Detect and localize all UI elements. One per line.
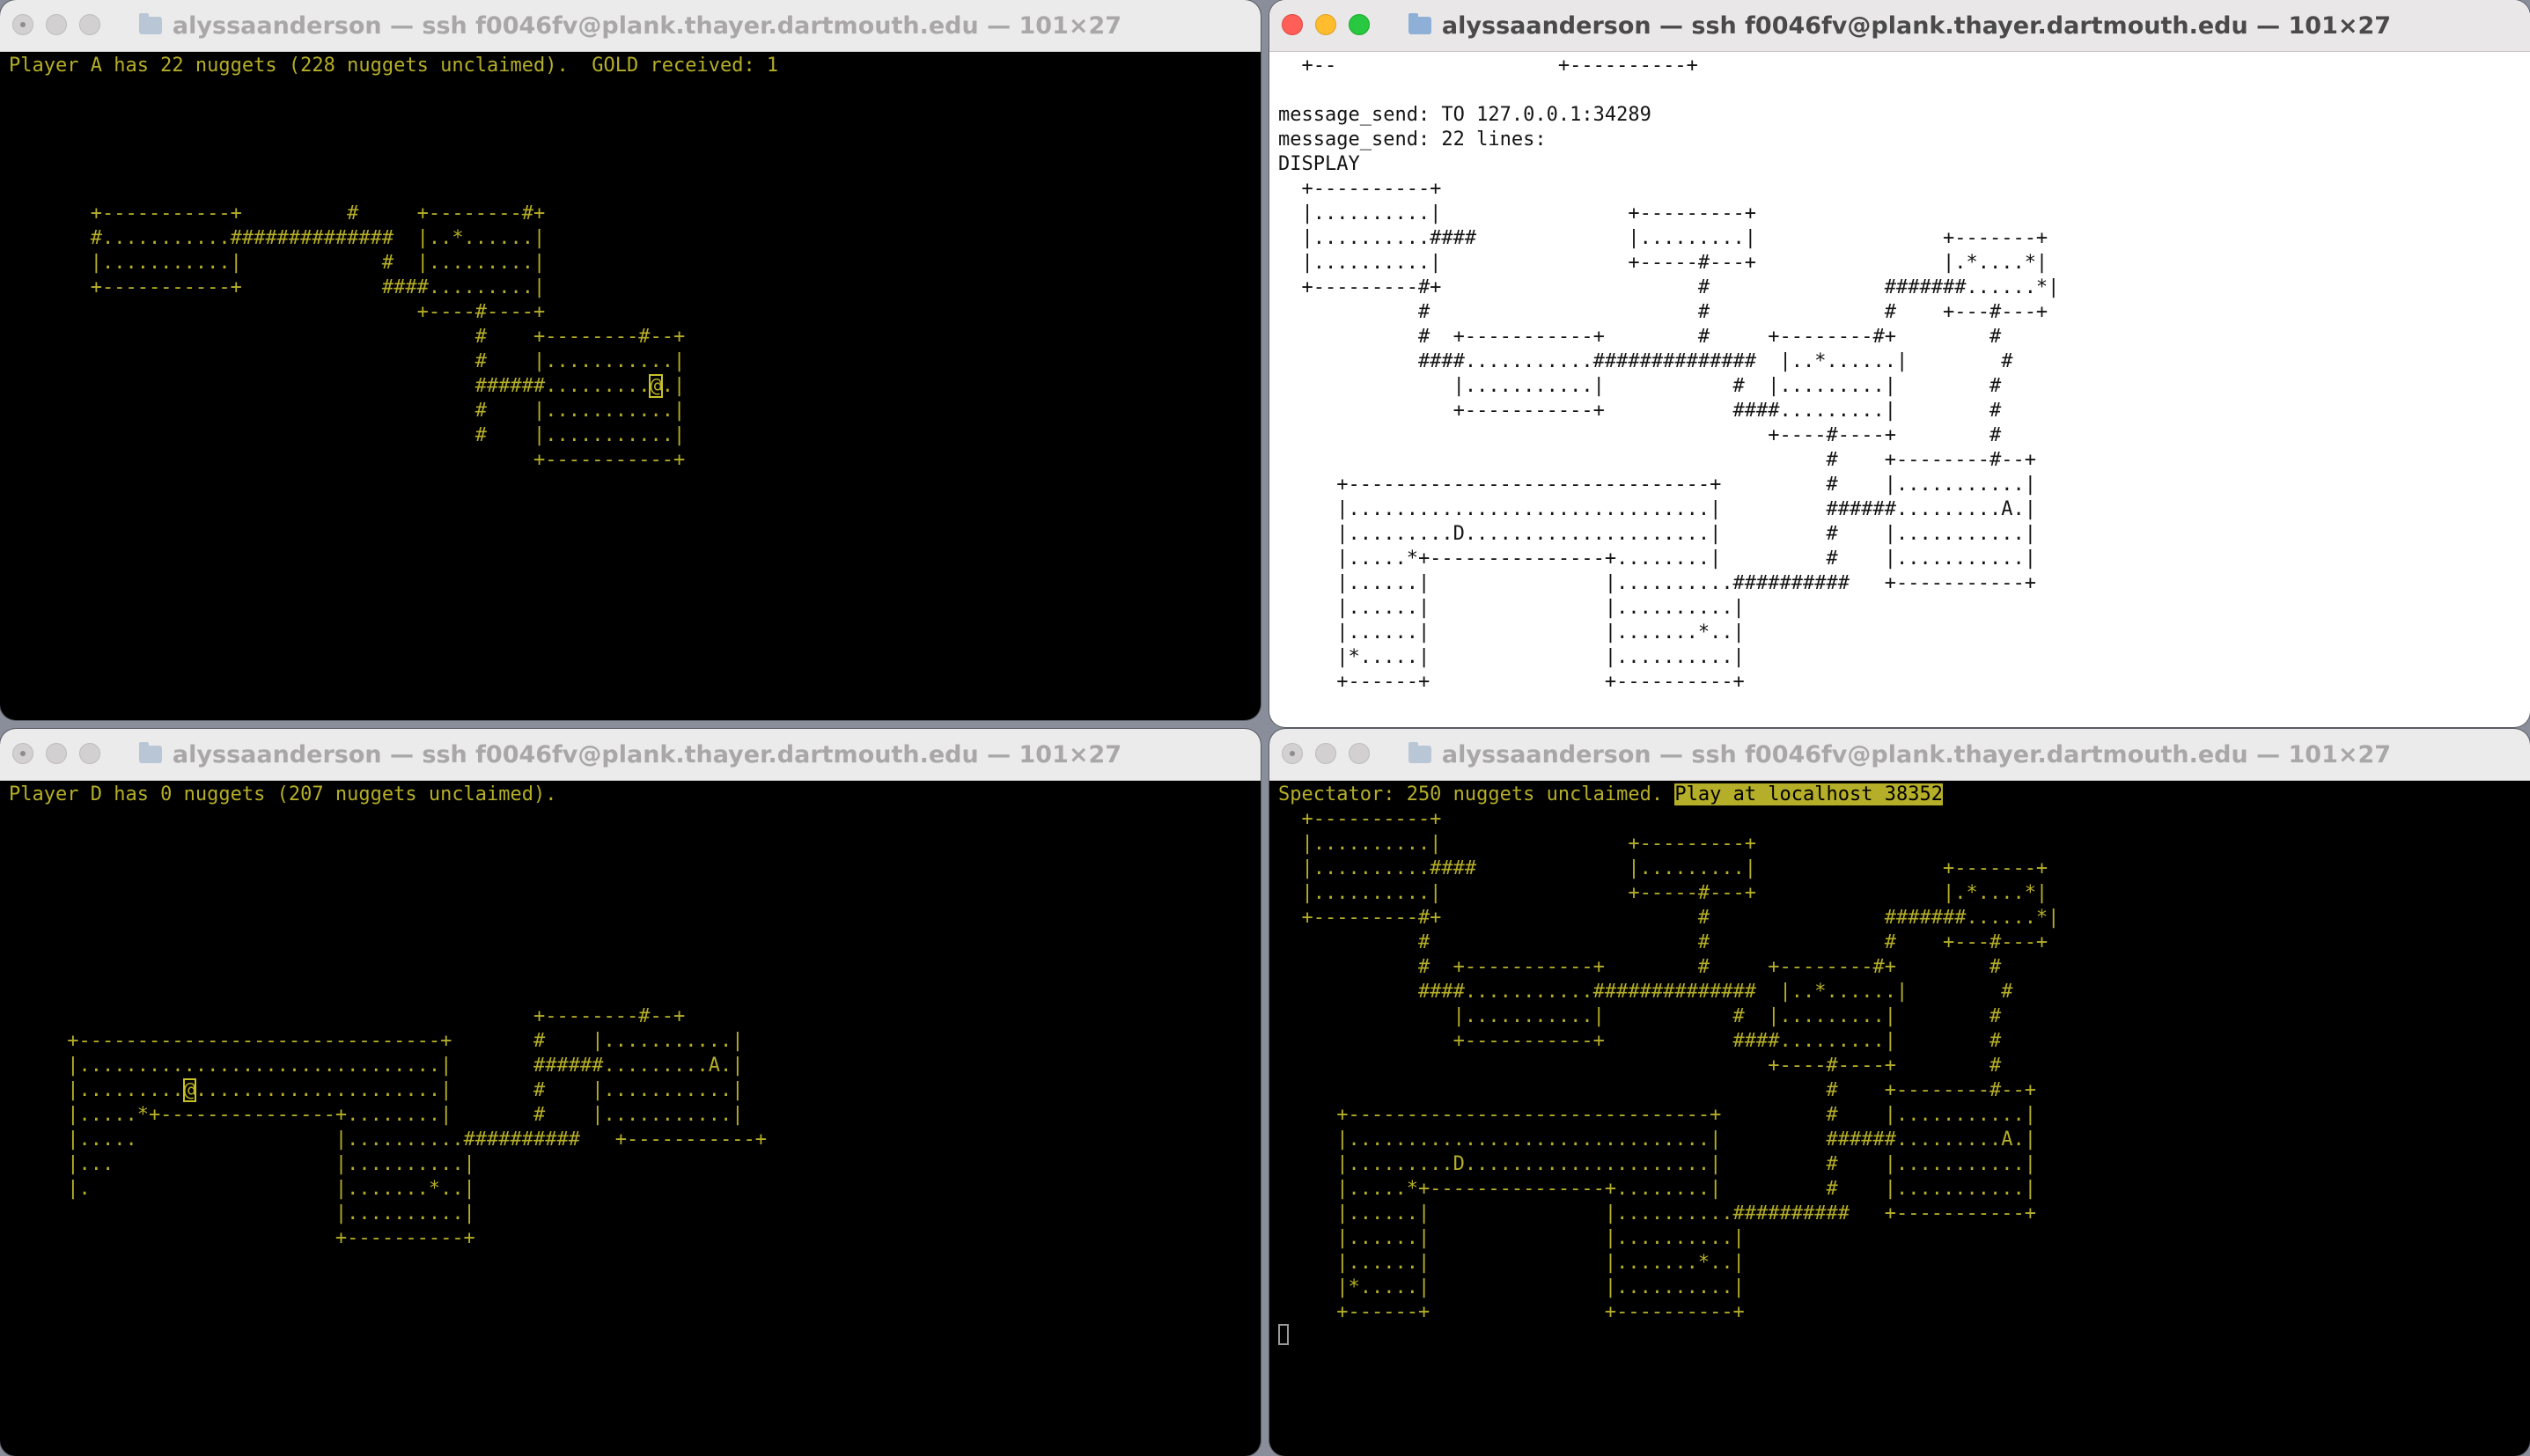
terminal-window-player-a[interactable]: alyssaanderson — ssh f0046fv@plank.thaye…	[0, 0, 1261, 720]
game-map: +----------+ |..........| +---------+ |.…	[1301, 808, 2060, 1323]
window-title: alyssaanderson — ssh f0046fv@plank.thaye…	[1441, 740, 2392, 768]
title-bar[interactable]: alyssaanderson — ssh f0046fv@plank.thaye…	[1269, 0, 2530, 52]
game-map-rest: .....................| # |...........| |…	[67, 1079, 767, 1249]
terminal-output[interactable]: Player D has 0 nuggets (207 nuggets uncl…	[9, 783, 1255, 1456]
window-title: alyssaanderson — ssh f0046fv@plank.thaye…	[172, 11, 1122, 40]
folder-icon	[138, 13, 162, 34]
text-cursor	[1278, 1324, 1289, 1345]
server-log[interactable]: +-- +----------+ message_send: TO 127.0.…	[1278, 54, 2525, 727]
title-bar[interactable]: alyssaanderson — ssh f0046fv@plank.thaye…	[1269, 729, 2530, 781]
folder-icon	[1408, 742, 1431, 763]
title-bar[interactable]: alyssaanderson — ssh f0046fv@plank.thaye…	[0, 729, 1261, 781]
folder-icon	[1408, 13, 1431, 34]
status-line: Player A has 22 nuggets (228 nuggets unc…	[9, 55, 779, 77]
window-title: alyssaanderson — ssh f0046fv@plank.thaye…	[172, 740, 1122, 768]
terminal-window-server[interactable]: alyssaanderson — ssh f0046fv@plank.thaye…	[1269, 0, 2530, 727]
title-bar[interactable]: alyssaanderson — ssh f0046fv@plank.thaye…	[0, 0, 1261, 52]
window-title: alyssaanderson — ssh f0046fv@plank.thaye…	[1441, 11, 2392, 40]
status-highlight: Play at localhost 38352	[1674, 783, 1943, 805]
terminal-output[interactable]: Spectator: 250 nuggets unclaimed. Play a…	[1278, 783, 2525, 1456]
terminal-window-spectator[interactable]: alyssaanderson — ssh f0046fv@plank.thaye…	[1269, 729, 2530, 1456]
status-line: Player D has 0 nuggets (207 nuggets uncl…	[9, 783, 557, 805]
folder-icon	[138, 742, 162, 763]
player-cursor: @	[182, 1078, 196, 1102]
terminal-output[interactable]: Player A has 22 nuggets (228 nuggets unc…	[9, 54, 1255, 720]
player-cursor: @	[649, 374, 663, 398]
terminal-window-player-d[interactable]: alyssaanderson — ssh f0046fv@plank.thaye…	[0, 729, 1261, 1456]
status-line: Spectator: 250 nuggets unclaimed.	[1278, 783, 1675, 805]
game-map: +-----------+ # +--------#+ #...........…	[90, 202, 686, 397]
